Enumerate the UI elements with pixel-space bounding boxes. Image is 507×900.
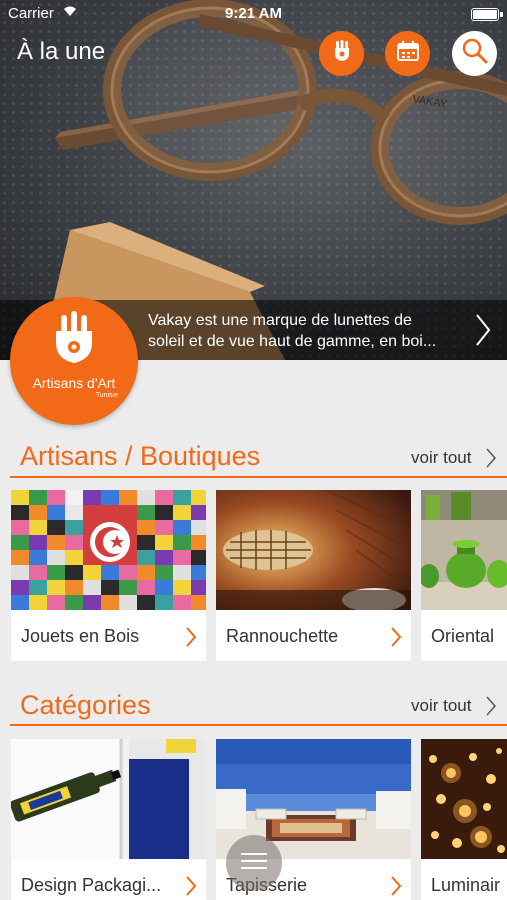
search-icon [462,38,488,69]
status-bar: Carrier 9:21 AM [0,0,507,28]
artisan-card-jouets[interactable]: Jouets en Bois [11,490,206,661]
chevron-right-icon[interactable] [475,313,491,352]
calendar-button[interactable] [385,31,430,76]
hamsa-icon [56,311,92,363]
search-button[interactable] [452,31,497,76]
artisan-card-oriental[interactable]: Oriental [421,490,507,661]
caption-line-1: Vakay est une marque de lunettes de [148,312,412,329]
card-image [216,490,411,610]
chevron-right-icon[interactable] [485,447,497,474]
card-image [11,739,206,859]
calendar-icon [396,41,419,66]
section-divider [10,724,507,726]
featured-caption: Vakay est une marque de lunettes de sole… [148,310,468,352]
chevron-right-icon [390,875,402,900]
section-title-artisans: Artisans / Boutiques [20,441,261,471]
battery-icon [471,8,499,21]
card-label: Design Packagi... [21,875,162,895]
artisan-card-rannouchette[interactable]: Rannouchette [216,490,411,661]
hand-icon [332,40,352,67]
section-title-categories: Catégories [20,690,151,720]
card-image [11,490,206,610]
page-title: À la une [17,38,106,65]
see-all-categories[interactable]: voir tout [411,696,471,716]
section-divider [10,476,507,478]
chevron-right-icon [185,875,197,900]
card-image [421,490,507,610]
see-all-artisans[interactable]: voir tout [411,448,471,468]
chevron-right-icon [390,626,402,653]
category-card-design-packaging[interactable]: Design Packagi... [11,739,206,900]
category-card-luminaires[interactable]: Luminair [421,739,507,900]
artisan-button[interactable] [319,31,364,76]
logo-name: Artisans d'Art [32,375,116,391]
card-label: Jouets en Bois [21,626,140,646]
card-label: Oriental [431,626,495,646]
brand-logo: Artisans d'Art Tunisie [10,297,138,425]
logo-subtitle: Tunisie [95,392,118,399]
menu-button[interactable] [226,835,282,891]
caption-line-2: soleil et de vue haut de gamme, en boi..… [148,333,437,350]
card-image [421,739,507,859]
app-screen: VAKAY Carrier 9:21 AM À la une Vakay est… [0,0,507,900]
status-time: 9:21 AM [225,5,282,22]
menu-icon [241,852,267,875]
battery-tip [500,12,503,17]
card-label: Luminair [431,875,501,895]
chevron-right-icon[interactable] [485,695,497,722]
card-label: Rannouchette [226,626,339,646]
chevron-right-icon [185,626,197,653]
